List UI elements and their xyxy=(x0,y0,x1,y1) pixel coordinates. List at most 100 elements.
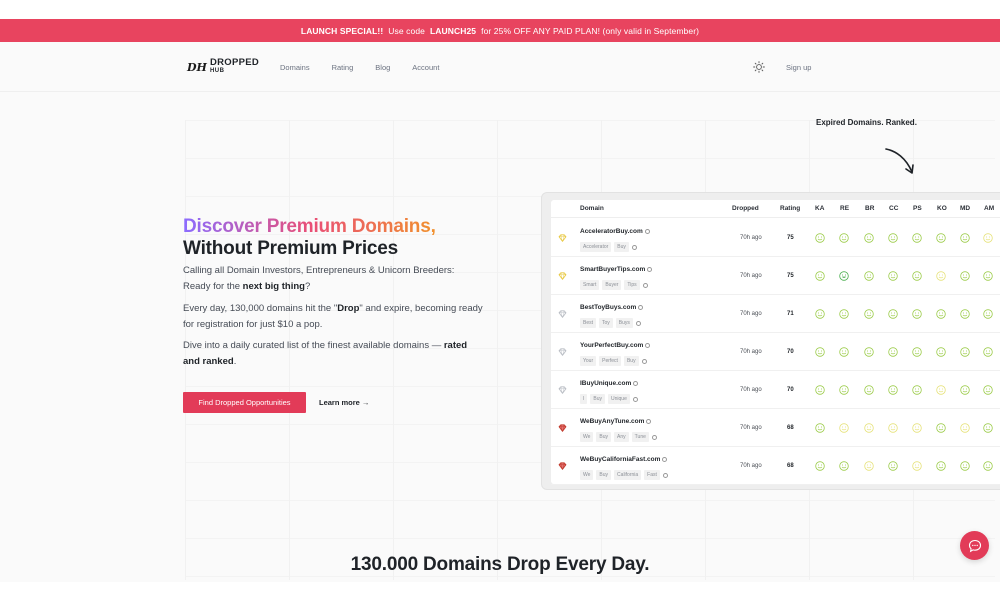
smiley-face-icon[interactable] xyxy=(864,309,874,319)
smiley-face-icon[interactable] xyxy=(864,233,874,243)
smiley-face-icon[interactable] xyxy=(912,233,922,243)
domain-name[interactable]: WeBuyCaliforniaFast.com xyxy=(580,456,668,463)
nav-link-account[interactable]: Account xyxy=(412,63,439,72)
smiley-face-icon[interactable] xyxy=(888,271,898,281)
domain-name[interactable]: BestToyBuys.com xyxy=(580,304,644,311)
smiley-face-icon[interactable] xyxy=(983,233,993,243)
domain-name-text[interactable]: WeBuyAnyTune.com xyxy=(580,418,644,425)
smiley-face-icon[interactable] xyxy=(960,233,970,243)
smiley-face-icon[interactable] xyxy=(912,271,922,281)
smiley-face-icon[interactable] xyxy=(912,309,922,319)
col-ps[interactable]: PS xyxy=(913,205,922,212)
col-cc[interactable]: CC xyxy=(889,205,898,212)
col-re[interactable]: RE xyxy=(840,205,849,212)
smiley-face-icon[interactable] xyxy=(960,423,970,433)
smiley-face-icon[interactable] xyxy=(839,309,849,319)
find-opportunities-button[interactable]: Find Dropped Opportunities xyxy=(183,392,306,413)
nav-link-rating[interactable]: Rating xyxy=(332,63,354,72)
smiley-face-icon[interactable] xyxy=(936,309,946,319)
col-am[interactable]: AM xyxy=(984,205,994,212)
smiley-face-icon[interactable] xyxy=(839,271,849,281)
smiley-face-icon[interactable] xyxy=(912,423,922,433)
smiley-face-icon[interactable] xyxy=(815,233,825,243)
smiley-face-icon[interactable] xyxy=(839,461,849,471)
smiley-face-icon[interactable] xyxy=(936,423,946,433)
smiley-face-icon[interactable] xyxy=(815,271,825,281)
info-icon[interactable] xyxy=(644,228,650,234)
smiley-face-icon[interactable] xyxy=(815,461,825,471)
table-row[interactable]: IBuyUnique.com I Buy Unique 70h ago 70 xyxy=(551,371,1000,409)
domain-name[interactable]: AcceleratorBuy.com xyxy=(580,228,650,235)
smiley-face-icon[interactable] xyxy=(888,347,898,357)
info-icon[interactable] xyxy=(647,266,653,272)
smiley-face-icon[interactable] xyxy=(936,271,946,281)
info-icon[interactable] xyxy=(633,380,639,386)
smiley-face-icon[interactable] xyxy=(960,461,970,471)
smiley-face-icon[interactable] xyxy=(888,385,898,395)
smiley-face-icon[interactable] xyxy=(815,309,825,319)
domain-name[interactable]: IBuyUnique.com xyxy=(580,380,639,387)
col-br[interactable]: BR xyxy=(865,205,874,212)
col-dropped[interactable]: Dropped xyxy=(732,205,759,212)
smiley-face-icon[interactable] xyxy=(912,347,922,357)
tags-info-icon[interactable] xyxy=(631,244,637,250)
tags-info-icon[interactable] xyxy=(635,320,641,326)
domain-name-text[interactable]: YourPerfectBuy.com xyxy=(580,342,643,349)
smiley-face-icon[interactable] xyxy=(864,423,874,433)
tags-info-icon[interactable] xyxy=(641,358,647,364)
table-row[interactable]: WeBuyAnyTune.com We Buy Any Tune 70h ago 68 xyxy=(551,409,1000,447)
tags-info-icon[interactable] xyxy=(651,434,657,440)
smiley-face-icon[interactable] xyxy=(960,385,970,395)
smiley-face-icon[interactable] xyxy=(815,385,825,395)
tags-info-icon[interactable] xyxy=(632,396,638,402)
col-md[interactable]: MD xyxy=(960,205,970,212)
smiley-face-icon[interactable] xyxy=(839,233,849,243)
smiley-face-icon[interactable] xyxy=(983,347,993,357)
smiley-face-icon[interactable] xyxy=(864,461,874,471)
col-rating[interactable]: Rating xyxy=(780,205,800,212)
smiley-face-icon[interactable] xyxy=(864,385,874,395)
table-row[interactable]: BestToyBuys.com Best Toy Buys 70h ago 71 xyxy=(551,295,1000,333)
smiley-face-icon[interactable] xyxy=(839,423,849,433)
smiley-face-icon[interactable] xyxy=(864,271,874,281)
tags-info-icon[interactable] xyxy=(662,472,668,478)
smiley-face-icon[interactable] xyxy=(815,347,825,357)
smiley-face-icon[interactable] xyxy=(888,309,898,319)
smiley-face-icon[interactable] xyxy=(912,461,922,471)
smiley-face-icon[interactable] xyxy=(936,347,946,357)
info-icon[interactable] xyxy=(662,456,668,462)
table-row[interactable]: YourPerfectBuy.com Your Perfect Buy 70h ago 7… xyxy=(551,333,1000,371)
col-ka[interactable]: KA xyxy=(815,205,824,212)
domain-name-text[interactable]: IBuyUnique.com xyxy=(580,380,631,387)
info-icon[interactable] xyxy=(646,418,652,424)
domain-name[interactable]: WeBuyAnyTune.com xyxy=(580,418,652,425)
col-domain[interactable]: Domain xyxy=(580,205,604,212)
domain-name-text[interactable]: SmartBuyerTips.com xyxy=(580,266,645,273)
smiley-face-icon[interactable] xyxy=(983,423,993,433)
smiley-face-icon[interactable] xyxy=(912,385,922,395)
domain-name[interactable]: YourPerfectBuy.com xyxy=(580,342,651,349)
domain-name[interactable]: SmartBuyerTips.com xyxy=(580,266,653,273)
smiley-face-icon[interactable] xyxy=(936,385,946,395)
domain-name-text[interactable]: BestToyBuys.com xyxy=(580,304,636,311)
smiley-face-icon[interactable] xyxy=(864,347,874,357)
learn-more-link[interactable]: Learn more → xyxy=(319,398,369,407)
smiley-face-icon[interactable] xyxy=(960,347,970,357)
smiley-face-icon[interactable] xyxy=(839,385,849,395)
signup-link[interactable]: Sign up xyxy=(786,63,811,72)
domain-name-text[interactable]: WeBuyCaliforniaFast.com xyxy=(580,456,660,463)
smiley-face-icon[interactable] xyxy=(983,309,993,319)
smiley-face-icon[interactable] xyxy=(888,423,898,433)
smiley-face-icon[interactable] xyxy=(983,385,993,395)
domain-name-text[interactable]: AcceleratorBuy.com xyxy=(580,228,643,235)
smiley-face-icon[interactable] xyxy=(983,461,993,471)
table-row[interactable]: SmartBuyerTips.com Smart Buyer Tips 70h ago 7… xyxy=(551,257,1000,295)
col-ko[interactable]: KO xyxy=(937,205,947,212)
smiley-face-icon[interactable] xyxy=(888,461,898,471)
table-row[interactable]: WeBuyCaliforniaFast.com We Buy California Fa… xyxy=(551,447,1000,485)
smiley-face-icon[interactable] xyxy=(839,347,849,357)
table-row[interactable]: AcceleratorBuy.com Accelerator Buy 70h ago 7… xyxy=(551,219,1000,257)
tags-info-icon[interactable] xyxy=(642,282,648,288)
info-icon[interactable] xyxy=(638,304,644,310)
nav-link-blog[interactable]: Blog xyxy=(375,63,390,72)
